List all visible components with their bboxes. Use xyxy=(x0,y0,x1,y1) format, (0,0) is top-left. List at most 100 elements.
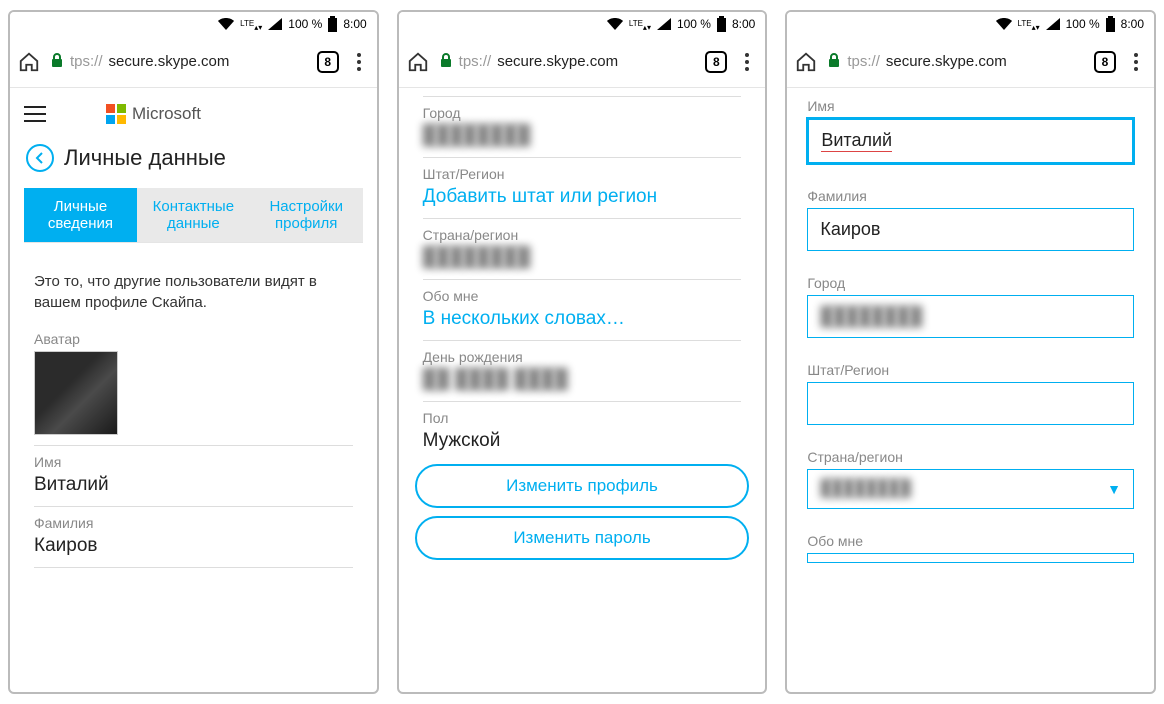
tab-personal[interactable]: Личные сведения xyxy=(24,188,137,242)
url-host: secure.skype.com xyxy=(497,53,618,70)
city-label: Город xyxy=(423,105,742,121)
browser-url-bar: tps:// secure.skype.com 8 xyxy=(399,36,766,88)
phone-screen-1: LTE▴▾ 100 % 8:00 tps://secure.skype.com … xyxy=(8,10,379,694)
browser-menu-icon[interactable] xyxy=(349,53,369,71)
phone-screen-3: LTE▴▾ 100 % 8:00 tps://secure.skype.com … xyxy=(785,10,1156,694)
url-field[interactable]: tps://secure.skype.com xyxy=(827,52,1084,72)
country-select-value: ████████ xyxy=(820,480,911,498)
clock: 8:00 xyxy=(1121,17,1144,31)
state-label: Штат/Регион xyxy=(787,352,1154,378)
chevron-down-icon: ▼ xyxy=(1107,481,1121,497)
ms-header: Microsoft xyxy=(10,88,377,134)
url-field[interactable]: tps:// secure.skype.com xyxy=(439,52,696,72)
birthday-block: День рождения ██ ████ ████ xyxy=(399,341,766,395)
brand-label: Microsoft xyxy=(132,104,201,124)
avatar-block: Аватар xyxy=(10,323,377,439)
tab-count[interactable]: 8 xyxy=(317,51,339,73)
hamburger-icon[interactable] xyxy=(24,106,46,122)
country-label: Страна/регион xyxy=(787,439,1154,465)
lte-label: LTE▴▾ xyxy=(629,16,651,32)
surname-input[interactable]: Каиров xyxy=(807,208,1134,251)
battery-icon xyxy=(717,16,726,32)
lte-label: LTE▴▾ xyxy=(240,16,262,32)
about-input[interactable] xyxy=(807,553,1134,563)
battery-percent: 100 % xyxy=(677,17,711,31)
about-label: Обо мне xyxy=(423,288,742,304)
wifi-icon xyxy=(218,18,234,30)
battery-percent: 100 % xyxy=(1066,17,1100,31)
wifi-icon xyxy=(607,18,623,30)
status-bar: LTE▴▾ 100 % 8:00 xyxy=(787,12,1154,36)
state-add-link[interactable]: Добавить штат или регион xyxy=(423,186,742,208)
edit-profile-button[interactable]: Изменить профиль xyxy=(415,464,750,508)
tab-count[interactable]: 8 xyxy=(1094,51,1116,73)
signal-icon xyxy=(657,18,671,30)
surname-block: Фамилия Каиров xyxy=(10,507,377,561)
city-label: Город xyxy=(787,265,1154,291)
country-label: Страна/регион xyxy=(423,227,742,243)
surname-label: Фамилия xyxy=(787,178,1154,204)
gender-value: Мужской xyxy=(423,430,742,452)
gender-label: Пол xyxy=(423,410,742,426)
city-block: Город ████████ xyxy=(399,97,766,151)
lte-label: LTE▴▾ xyxy=(1018,16,1040,32)
url-proto: tps:// xyxy=(459,53,492,70)
tab-profile[interactable]: Настройки профиля xyxy=(250,188,363,242)
clock: 8:00 xyxy=(343,17,366,31)
avatar-image[interactable] xyxy=(34,351,118,435)
gender-block: Пол Мужской xyxy=(399,402,766,456)
content-area: Город ████████ Штат/Регион Добавить штат… xyxy=(399,88,766,692)
battery-icon xyxy=(328,16,337,32)
browser-menu-icon[interactable] xyxy=(737,53,757,71)
birthday-value: ██ ████ ████ xyxy=(423,369,742,391)
name-block: Имя Виталий xyxy=(10,446,377,500)
status-bar: LTE▴▾ 100 % 8:00 xyxy=(10,12,377,36)
browser-menu-icon[interactable] xyxy=(1126,53,1146,71)
surname-input-value: Каиров xyxy=(820,219,880,239)
country-value: ████████ xyxy=(423,247,742,269)
signal-icon xyxy=(1046,18,1060,30)
microsoft-logo-icon xyxy=(106,104,126,124)
url-field[interactable]: tps://secure.skype.com xyxy=(50,52,307,72)
home-icon[interactable] xyxy=(795,51,817,73)
home-icon[interactable] xyxy=(18,51,40,73)
name-value: Виталий xyxy=(34,474,353,496)
name-input[interactable]: Виталий xyxy=(807,118,1134,164)
country-select[interactable]: ████████ ▼ xyxy=(807,469,1134,509)
tabs: Личные сведения Контактные данные Настро… xyxy=(24,188,363,243)
browser-url-bar: tps://secure.skype.com 8 xyxy=(787,36,1154,88)
surname-label: Фамилия xyxy=(34,515,353,531)
city-input[interactable]: ████████ xyxy=(807,295,1134,338)
name-input-value: Виталий xyxy=(821,130,892,152)
change-password-button[interactable]: Изменить пароль xyxy=(415,516,750,560)
country-block: Страна/регион ████████ xyxy=(399,219,766,273)
state-block: Штат/Регион Добавить штат или регион xyxy=(399,158,766,212)
content-area: Имя Виталий Фамилия Каиров Город ███████… xyxy=(787,88,1154,692)
battery-percent: 100 % xyxy=(288,17,322,31)
microsoft-logo: Microsoft xyxy=(106,104,201,124)
home-icon[interactable] xyxy=(407,51,429,73)
lock-icon xyxy=(439,52,453,72)
phone-screen-2: LTE▴▾ 100 % 8:00 tps:// secure.skype.com … xyxy=(397,10,768,694)
url-host: secure.skype.com xyxy=(109,53,230,70)
surname-value: Каиров xyxy=(34,535,353,557)
page-title: Личные данные xyxy=(64,145,226,171)
name-label: Имя xyxy=(34,454,353,470)
state-input[interactable] xyxy=(807,382,1134,425)
battery-icon xyxy=(1106,16,1115,32)
tab-count[interactable]: 8 xyxy=(705,51,727,73)
city-input-value: ████████ xyxy=(820,306,922,326)
name-label: Имя xyxy=(787,88,1154,114)
about-block: Обо мне В нескольких словах… xyxy=(399,280,766,334)
about-link[interactable]: В нескольких словах… xyxy=(423,308,742,330)
lock-icon xyxy=(50,52,64,72)
description: Это то, что другие пользователи видят в … xyxy=(10,243,377,323)
city-value: ████████ xyxy=(423,125,742,147)
content-area: Microsoft Личные данные Личные сведения … xyxy=(10,88,377,692)
tab-contact[interactable]: Контактные данные xyxy=(137,188,250,242)
about-label: Обо мне xyxy=(787,523,1154,549)
clock: 8:00 xyxy=(732,17,755,31)
lock-icon xyxy=(827,52,841,72)
page-title-row: Личные данные xyxy=(10,134,377,188)
back-button[interactable] xyxy=(26,144,54,172)
